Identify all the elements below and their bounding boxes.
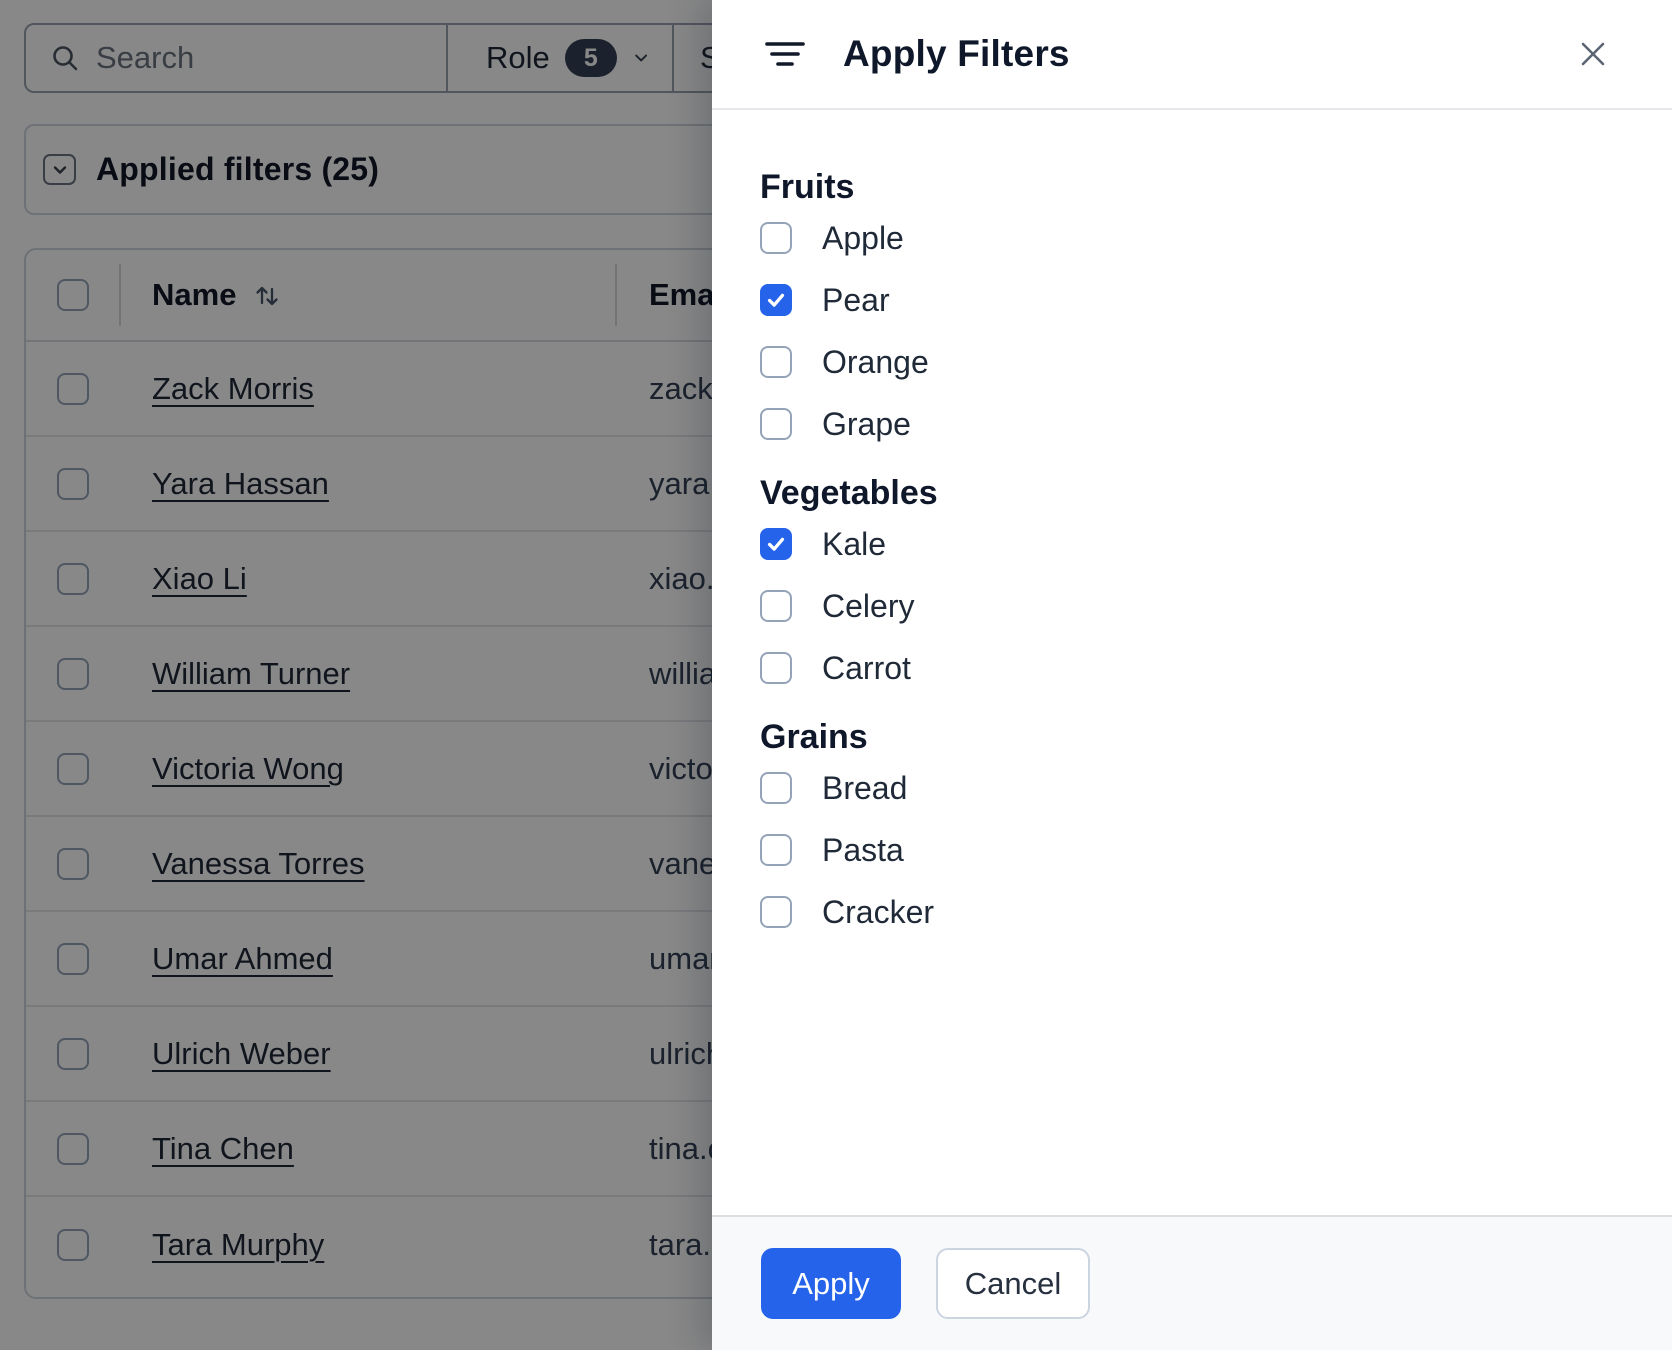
filter-group-options: Apple Pear Orange Grape <box>760 219 1624 442</box>
filter-option-label: Grape <box>822 405 911 442</box>
apply-button[interactable]: Apply <box>761 1248 901 1319</box>
filter-option[interactable]: Cracker <box>760 893 1624 930</box>
filter-group-heading: Fruits <box>760 168 855 206</box>
filter-option[interactable]: Kale <box>760 525 1624 562</box>
modal-backdrop[interactable] <box>0 0 712 1350</box>
check-icon <box>767 293 785 307</box>
filter-group: Fruits Apple Pear Orange Grape <box>760 168 1624 442</box>
filter-option-label: Celery <box>822 587 915 624</box>
filter-option-label: Pear <box>822 281 890 318</box>
filter-option[interactable]: Grape <box>760 405 1624 442</box>
filter-option-label: Carrot <box>822 649 911 686</box>
checkbox-unchecked[interactable] <box>760 896 792 928</box>
filter-option[interactable]: Pasta <box>760 831 1624 868</box>
checkbox-unchecked[interactable] <box>760 346 792 378</box>
checkbox-unchecked[interactable] <box>760 590 792 622</box>
cancel-button[interactable]: Cancel <box>936 1248 1090 1319</box>
filter-group: Vegetables Kale Celery Carrot <box>760 474 1624 686</box>
filter-option[interactable]: Orange <box>760 343 1624 380</box>
panel-footer: Apply Cancel <box>712 1215 1672 1350</box>
checkbox-unchecked[interactable] <box>760 834 792 866</box>
filter-option[interactable]: Bread <box>760 769 1624 806</box>
close-icon <box>1581 42 1605 66</box>
filter-option-label: Orange <box>822 343 929 380</box>
filter-option-label: Cracker <box>822 893 935 930</box>
filter-option-label: Pasta <box>822 831 904 868</box>
check-icon <box>767 537 785 551</box>
filter-icon <box>765 42 805 66</box>
filter-group-heading: Grains <box>760 718 868 756</box>
filter-group-heading: Vegetables <box>760 474 938 512</box>
checkbox-checked[interactable] <box>760 284 792 316</box>
filter-group-options: Bread Pasta Cracker <box>760 769 1624 930</box>
checkbox-unchecked[interactable] <box>760 408 792 440</box>
filter-group: Grains Bread Pasta Cracker <box>760 718 1624 930</box>
filter-option-label: Apple <box>822 219 904 256</box>
checkbox-checked[interactable] <box>760 528 792 560</box>
checkbox-unchecked[interactable] <box>760 652 792 684</box>
panel-title: Apply Filters <box>843 33 1070 74</box>
filter-option[interactable]: Pear <box>760 281 1624 318</box>
apply-filters-panel: Apply Filters Fruits Apple Pear Orange G… <box>712 0 1672 1350</box>
filter-group-options: Kale Celery Carrot <box>760 525 1624 686</box>
app-screen: Role 5 S Applied filters (25) <box>0 0 1672 1350</box>
checkbox-unchecked[interactable] <box>760 222 792 254</box>
filter-option[interactable]: Carrot <box>760 649 1624 686</box>
checkbox-unchecked[interactable] <box>760 772 792 804</box>
filter-option-label: Kale <box>822 525 887 562</box>
filter-option[interactable]: Celery <box>760 587 1624 624</box>
filter-option-label: Bread <box>822 769 908 806</box>
filter-option[interactable]: Apple <box>760 219 1624 256</box>
panel-header: Apply Filters <box>712 0 1672 110</box>
close-button[interactable] <box>1571 32 1615 76</box>
filter-groups: Fruits Apple Pear Orange Grape Vegetable… <box>712 168 1672 930</box>
